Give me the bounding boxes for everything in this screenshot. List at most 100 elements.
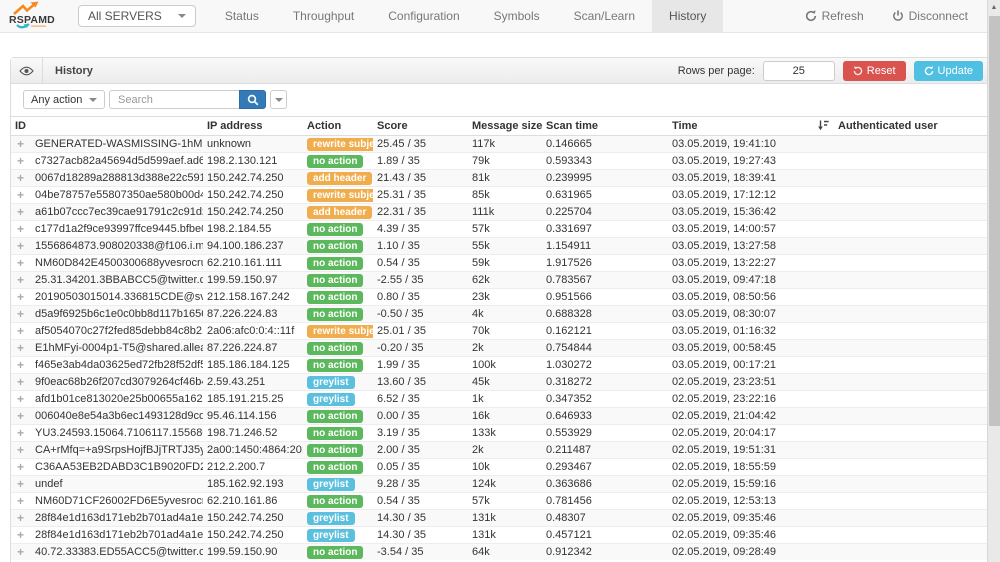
expand-row-button[interactable]: +	[11, 170, 31, 187]
expand-row-button[interactable]: +	[11, 425, 31, 442]
action-badge: greylist	[307, 478, 355, 491]
cell-message-id: NM60D71CF26002FD6E5yvesrocru_mid_prod1@n…	[31, 493, 203, 510]
filter-bar: Any action	[11, 84, 989, 116]
action-filter-select[interactable]: Any action	[23, 90, 105, 109]
cell-scan-time: 0.457121	[542, 527, 668, 544]
expand-row-button[interactable]: +	[11, 459, 31, 476]
cell-message-size: 117k	[468, 136, 542, 153]
expand-row-button[interactable]: +	[11, 221, 31, 238]
cell-scan-time: 1.154911	[542, 238, 668, 255]
expand-row-button[interactable]: +	[11, 493, 31, 510]
nav-item-configuration[interactable]: Configuration	[371, 0, 476, 33]
expand-row-button[interactable]: +	[11, 391, 31, 408]
cell-action: no action	[303, 408, 373, 425]
cell-score: 14.30 / 35	[373, 527, 468, 544]
cell-message-id: CA+rMfq=+a9SrpsHojfBJjTRTJ35y4ogh4+LM7Wc…	[31, 442, 203, 459]
server-selector[interactable]: All SERVERS	[78, 5, 196, 27]
cell-message-size: 59k	[468, 255, 542, 272]
action-badge: no action	[307, 274, 363, 287]
search-button[interactable]	[239, 90, 266, 109]
cell-message-id: E1hMFyi-0004p1-T5@shared.alleanza.ru	[31, 340, 203, 357]
cell-time: 02.05.2019, 23:23:51	[668, 374, 834, 391]
cell-ip-address: 2a00:1450:4864:20::142	[203, 442, 303, 459]
search-options-button[interactable]	[270, 90, 287, 109]
search-input[interactable]	[109, 90, 239, 109]
column-header-size[interactable]: Message size	[468, 117, 542, 136]
cell-scan-time: 0.646933	[542, 408, 668, 425]
column-header-authenticated-user[interactable]: Authenticated user	[834, 117, 991, 136]
cell-authenticated-user	[834, 425, 991, 442]
cell-ip-address: unknown	[203, 136, 303, 153]
cell-message-size: 55k	[468, 238, 542, 255]
expand-row-button[interactable]: +	[11, 323, 31, 340]
column-header-action[interactable]: Action	[303, 117, 373, 136]
expand-row-button[interactable]: +	[11, 510, 31, 527]
expand-row-button[interactable]: +	[11, 187, 31, 204]
update-button[interactable]: Update	[914, 61, 983, 81]
cell-scan-time: 0.593343	[542, 153, 668, 170]
nav-item-symbols[interactable]: Symbols	[477, 0, 557, 33]
expand-row-button[interactable]: +	[11, 136, 31, 153]
cell-time: 03.05.2019, 00:17:21	[668, 357, 834, 374]
reset-button[interactable]: Reset	[843, 61, 906, 81]
cell-message-id: c7327acb82a45694d5d599aef.ad69e11f1c.201…	[31, 153, 203, 170]
scrollbar-thumb[interactable]	[989, 16, 1000, 426]
table-row: +25.31.34201.3BBABCC5@twitter.com199.59.…	[11, 272, 991, 289]
expand-row-button[interactable]: +	[11, 544, 31, 561]
column-header-id[interactable]: ID	[11, 117, 203, 136]
expand-row-button[interactable]: +	[11, 272, 31, 289]
expand-row-button[interactable]: +	[11, 374, 31, 391]
cell-time: 02.05.2019, 09:28:49	[668, 544, 834, 561]
cell-authenticated-user	[834, 238, 991, 255]
cell-message-id: 0067d18289a288813d388e22c591bd98838c16@k…	[31, 170, 203, 187]
expand-row-button[interactable]: +	[11, 204, 31, 221]
expand-row-button[interactable]: +	[11, 255, 31, 272]
table-row: +GENERATED-WASMISSING-1hM9ZM-00B8IV-IT@s…	[11, 136, 991, 153]
cell-score: -3.54 / 35	[373, 544, 468, 561]
table-row: +20190503015014.336815CDE@svc1.babysfera…	[11, 289, 991, 306]
power-icon	[892, 10, 904, 22]
table-controls: Rows per page: Reset Update	[678, 61, 989, 81]
rows-per-page-input[interactable]	[763, 61, 835, 81]
cell-time: 03.05.2019, 13:27:58	[668, 238, 834, 255]
table-row: +f465e3ab4da03625ed72fb28f52df553@swift.…	[11, 357, 991, 374]
refresh-icon	[805, 10, 817, 22]
preview-toggle-button[interactable]	[11, 58, 43, 83]
disconnect-button[interactable]: Disconnect	[892, 9, 968, 23]
cell-action: no action	[303, 238, 373, 255]
scroll-up-icon[interactable]: ▲	[988, 0, 1000, 15]
nav-item-history[interactable]: History	[652, 0, 723, 33]
expand-row-button[interactable]: +	[11, 289, 31, 306]
expand-row-button[interactable]: +	[11, 153, 31, 170]
table-row: +28f84e1d163d171eb2b701ad4a1e3228b29026@…	[11, 510, 991, 527]
expand-row-button[interactable]: +	[11, 442, 31, 459]
cell-authenticated-user	[834, 306, 991, 323]
column-header-time[interactable]: Time	[668, 117, 834, 136]
column-header-ip[interactable]: IP address	[203, 117, 303, 136]
cell-message-id: 28f84e1d163d171eb2b701ad4a1e3228b29026@p…	[31, 527, 203, 544]
cell-action: no action	[303, 544, 373, 561]
expand-row-button[interactable]: +	[11, 238, 31, 255]
rspamd-logo[interactable]: RSPAMD	[8, 1, 62, 31]
nav-item-status[interactable]: Status	[208, 0, 276, 33]
sort-icon[interactable]	[818, 120, 829, 134]
nav-item-throughput[interactable]: Throughput	[276, 0, 371, 33]
cell-ip-address: 87.226.224.87	[203, 340, 303, 357]
expand-row-button[interactable]: +	[11, 306, 31, 323]
expand-row-button[interactable]: +	[11, 527, 31, 544]
cell-authenticated-user	[834, 170, 991, 187]
action-badge: no action	[307, 291, 363, 304]
cell-message-id: c177d1a2f9ce93997ffce9445.bfbe0eed17.201…	[31, 221, 203, 238]
expand-row-button[interactable]: +	[11, 476, 31, 493]
expand-row-button[interactable]: +	[11, 408, 31, 425]
vertical-scrollbar[interactable]: ▲	[987, 0, 1000, 562]
nav-item-scan-learn[interactable]: Scan/Learn	[557, 0, 652, 33]
refresh-button[interactable]: Refresh	[805, 9, 864, 23]
cell-scan-time: 0.754844	[542, 340, 668, 357]
column-header-score[interactable]: Score	[373, 117, 468, 136]
expand-row-button[interactable]: +	[11, 340, 31, 357]
expand-row-button[interactable]: +	[11, 357, 31, 374]
cell-message-size: 131k	[468, 527, 542, 544]
cell-scan-time: 1.917526	[542, 255, 668, 272]
column-header-scan-time[interactable]: Scan time	[542, 117, 668, 136]
